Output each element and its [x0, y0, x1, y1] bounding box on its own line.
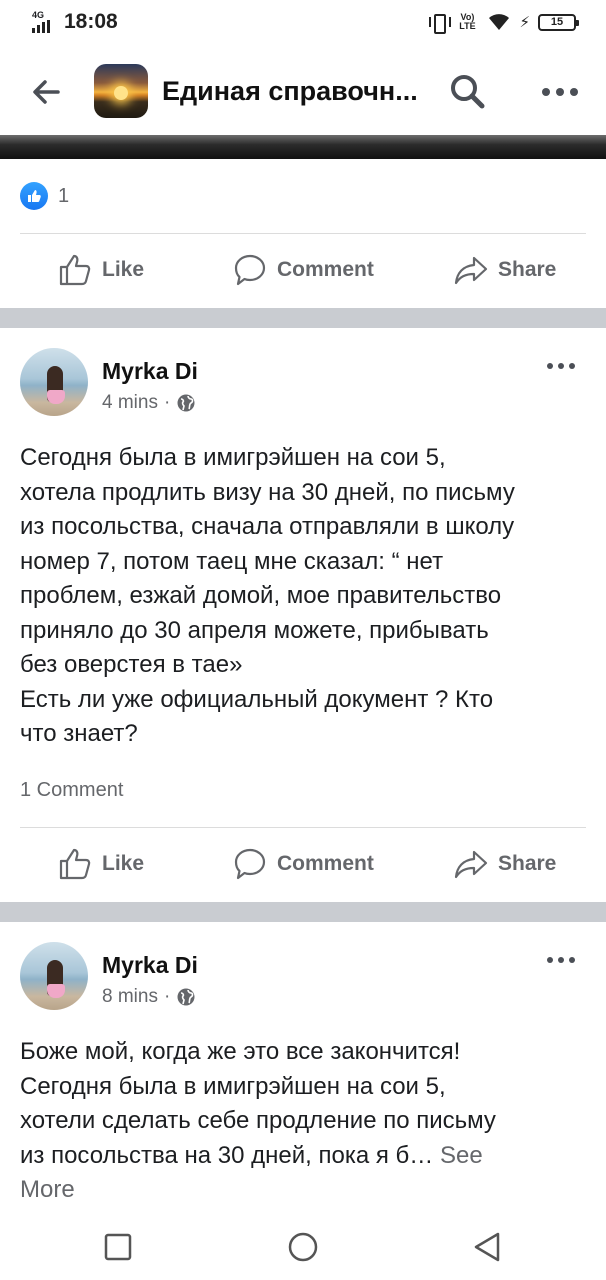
thumbs-up-icon — [59, 848, 91, 880]
author-name[interactable]: Myrka Di — [102, 358, 198, 385]
like-label: Like — [102, 258, 145, 281]
reaction-count: 1 — [58, 184, 70, 207]
post-header: Myrka Di 8 mins · — [0, 942, 606, 1022]
comment-label: Comment — [277, 852, 374, 875]
post-options-button[interactable] — [546, 358, 576, 369]
battery-icon: 15 — [538, 13, 579, 31]
vibrate-icon — [429, 12, 452, 34]
globe-icon — [177, 988, 195, 1006]
page-title[interactable]: Единая справочн... — [162, 76, 422, 107]
feed-separator — [0, 902, 606, 922]
avatar[interactable] — [20, 348, 88, 416]
post-actions: Like Comment Share — [0, 240, 606, 300]
thumbs-up-icon — [59, 254, 91, 286]
network-type: 4G — [32, 10, 45, 20]
clock: 18:08 — [64, 10, 118, 33]
search-icon — [451, 75, 485, 109]
share-button[interactable]: Share — [454, 240, 556, 300]
back-button[interactable] — [28, 74, 64, 110]
post-time[interactable]: 8 mins — [102, 986, 158, 1008]
share-label: Share — [498, 852, 557, 875]
wifi-icon — [489, 14, 510, 30]
post-time[interactable]: 4 mins — [102, 392, 158, 414]
post-header: Myrka Di 4 mins · — [0, 348, 606, 428]
like-label: Like — [102, 852, 145, 875]
signal-icon: 4G — [32, 11, 58, 33]
more-icon — [547, 363, 575, 369]
post-body: Сегодня была в имигрэйшен на сои 5, хоте… — [20, 444, 515, 747]
more-options-button[interactable] — [540, 84, 580, 100]
more-icon — [542, 88, 578, 96]
post-options-button[interactable] — [546, 952, 576, 963]
triangle-back-icon — [474, 1232, 500, 1262]
post-meta: 8 mins · — [102, 986, 196, 1008]
back-arrow-icon — [33, 80, 60, 104]
system-nav-bar — [0, 1210, 606, 1280]
globe-icon — [177, 394, 195, 412]
back-nav-button[interactable] — [470, 1230, 504, 1264]
feed-separator — [0, 308, 606, 328]
divider — [20, 233, 586, 234]
like-reaction-icon — [20, 182, 48, 210]
comment-button[interactable]: Comment — [233, 240, 374, 300]
author-name[interactable]: Myrka Di — [102, 952, 198, 979]
status-bar: 4G 18:08 Vo) LTE ⚡ 15 — [0, 0, 606, 46]
volte-indicator: Vo) LTE — [459, 12, 476, 31]
comment-icon — [234, 254, 266, 286]
post-actions: Like Comment Share — [0, 834, 606, 894]
share-button[interactable]: Share — [454, 834, 556, 894]
post-image[interactable] — [0, 135, 606, 159]
divider — [20, 827, 586, 828]
square-icon — [104, 1233, 132, 1261]
like-button[interactable]: Like — [58, 834, 144, 894]
comment-button[interactable]: Comment — [233, 834, 374, 894]
recents-button[interactable] — [101, 1230, 135, 1264]
search-button[interactable] — [448, 72, 488, 112]
post-body: Боже мой, когда же это все закончится! С… — [20, 1035, 590, 1208]
reactions-summary[interactable]: 1 — [20, 182, 69, 210]
group-thumbnail[interactable] — [94, 64, 148, 118]
comment-icon — [234, 848, 266, 880]
like-button[interactable]: Like — [58, 240, 144, 300]
share-icon — [454, 850, 488, 879]
circle-icon — [288, 1232, 318, 1262]
charging-icon: ⚡ — [519, 14, 530, 31]
share-label: Share — [498, 258, 557, 281]
comment-count[interactable]: 1 Comment — [20, 779, 123, 802]
post-body-text: Боже мой, когда же это все закончится! С… — [20, 1038, 496, 1169]
more-icon — [547, 957, 575, 963]
home-button[interactable] — [286, 1230, 320, 1264]
app-header: Единая справочн... — [0, 56, 606, 128]
share-icon — [454, 256, 488, 285]
post-meta: 4 mins · — [102, 392, 196, 414]
avatar[interactable] — [20, 942, 88, 1010]
comment-label: Comment — [277, 258, 374, 281]
